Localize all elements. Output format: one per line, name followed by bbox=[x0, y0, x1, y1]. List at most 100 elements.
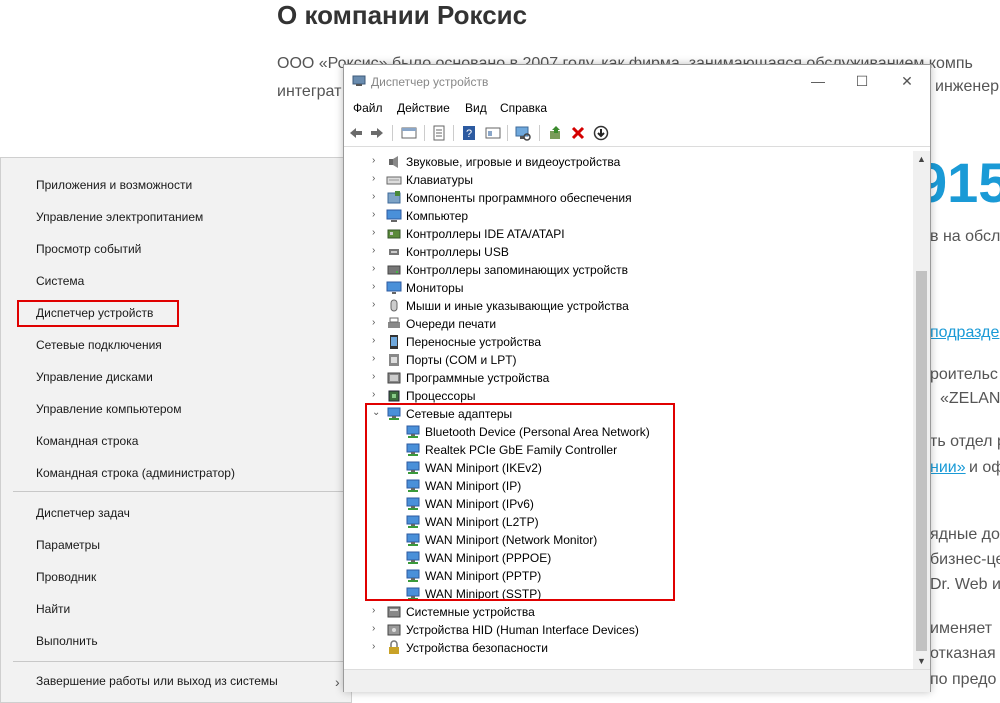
chevron-right-icon[interactable]: › bbox=[372, 264, 382, 274]
monitor-icon bbox=[386, 281, 402, 294]
tree-category[interactable]: › Системные устройства bbox=[344, 603, 904, 621]
forward-arrow-icon[interactable] bbox=[369, 125, 385, 141]
chevron-right-icon[interactable]: › bbox=[372, 642, 382, 652]
page-fragment: Dr. Web и bbox=[930, 576, 1000, 593]
page-fragment: по предо bbox=[930, 671, 997, 688]
menu-help[interactable]: Справка bbox=[500, 101, 547, 115]
tree-category[interactable]: › Порты (COM и LPT) bbox=[344, 351, 904, 369]
tree-category[interactable]: › Звуковые, игровые и видеоустройства bbox=[344, 153, 904, 171]
chevron-right-icon[interactable]: › bbox=[372, 282, 382, 292]
tree-category[interactable]: › Клавиатуры bbox=[344, 171, 904, 189]
menu-item-command-prompt[interactable]: Командная строка bbox=[36, 434, 138, 448]
back-arrow-icon[interactable] bbox=[348, 125, 364, 141]
tree-category[interactable]: › Устройства HID (Human Interface Devices… bbox=[344, 621, 904, 639]
chevron-right-icon[interactable]: › bbox=[372, 390, 382, 400]
tree-item-label: Контроллеры IDE ATA/ATAPI bbox=[406, 227, 565, 241]
menu-item-computer-management[interactable]: Управление компьютером bbox=[36, 402, 181, 416]
scroll-up-arrow[interactable]: ▲ bbox=[913, 151, 930, 167]
menu-item-network-connections[interactable]: Сетевые подключения bbox=[36, 338, 162, 352]
help-icon[interactable]: ? bbox=[461, 125, 477, 141]
tree-item-label: Устройства безопасности bbox=[406, 641, 548, 655]
tree-item-label: Программные устройства bbox=[406, 371, 550, 385]
software-icon bbox=[387, 191, 401, 204]
scroll-down-arrow[interactable]: ▼ bbox=[913, 653, 930, 669]
chevron-right-icon[interactable]: › bbox=[372, 246, 382, 256]
processor-icon bbox=[388, 390, 400, 402]
chevron-right-icon[interactable]: › bbox=[372, 354, 382, 364]
menu-action[interactable]: Действие bbox=[397, 101, 450, 115]
menu-item-system[interactable]: Система bbox=[36, 274, 84, 288]
minimize-button[interactable]: — bbox=[796, 69, 840, 93]
chevron-right-icon[interactable]: › bbox=[372, 372, 382, 382]
toolbar: ? bbox=[344, 120, 930, 147]
page-link[interactable]: подразде bbox=[930, 324, 999, 342]
tree-category[interactable]: › Компьютер bbox=[344, 207, 904, 225]
tree-category[interactable]: › Переносные устройства bbox=[344, 333, 904, 351]
chevron-right-icon[interactable]: › bbox=[372, 228, 382, 238]
view-icon[interactable] bbox=[485, 125, 501, 141]
tree-item-label: Звуковые, игровые и видеоустройства bbox=[406, 155, 621, 169]
menu-item-power-options[interactable]: Управление электропитанием bbox=[36, 210, 203, 224]
tree-category[interactable]: › Контроллеры запоминающих устройств bbox=[344, 261, 904, 279]
chevron-right-icon[interactable]: › bbox=[372, 624, 382, 634]
chevron-right-icon[interactable]: › bbox=[372, 606, 382, 616]
tree-item-label: Мониторы bbox=[406, 281, 464, 295]
tree-item-label: Устройства HID (Human Interface Devices) bbox=[406, 623, 639, 637]
chevron-right-icon[interactable]: › bbox=[372, 318, 382, 328]
menu-item-explorer[interactable]: Проводник bbox=[36, 570, 96, 584]
chevron-right-icon[interactable]: › bbox=[372, 336, 382, 346]
properties-icon[interactable] bbox=[431, 125, 447, 141]
menu-item-apps-features[interactable]: Приложения и возможности bbox=[36, 178, 192, 192]
menu-item-disk-management[interactable]: Управление дисками bbox=[36, 370, 153, 384]
menu-item-run[interactable]: Выполнить bbox=[36, 634, 98, 648]
chevron-right-icon[interactable]: › bbox=[372, 156, 382, 166]
tree-category[interactable]: › Мыши и иные указывающие устройства bbox=[344, 297, 904, 315]
menu-item-task-manager[interactable]: Диспетчер задач bbox=[36, 506, 130, 520]
chevron-right-icon[interactable]: › bbox=[372, 174, 382, 184]
chevron-right-icon[interactable]: › bbox=[372, 192, 382, 202]
highlight-network-adapters bbox=[365, 403, 675, 601]
svg-text:?: ? bbox=[466, 128, 472, 140]
printer-icon bbox=[388, 317, 400, 328]
tree-category[interactable]: › Контроллеры USB bbox=[344, 243, 904, 261]
paragraph-line-2-end: инженери bbox=[935, 78, 1000, 95]
menu-item-command-prompt-admin[interactable]: Командная строка (администратор) bbox=[36, 466, 235, 480]
menu-file[interactable]: Файл bbox=[353, 101, 383, 115]
tree-item-label: Контроллеры запоминающих устройств bbox=[406, 263, 628, 277]
menu-item-event-viewer[interactable]: Просмотр событий bbox=[36, 242, 141, 256]
storage-controller-icon bbox=[387, 265, 401, 275]
window-title: Диспетчер устройств bbox=[371, 75, 489, 89]
keyboard-icon bbox=[386, 176, 402, 185]
status-bar bbox=[344, 669, 930, 692]
menu-item-shutdown[interactable]: Завершение работы или выход из системы bbox=[36, 674, 278, 688]
tree-category[interactable]: › Очереди печати bbox=[344, 315, 904, 333]
tree-category[interactable]: › Мониторы bbox=[344, 279, 904, 297]
tree-category[interactable]: › Программные устройства bbox=[344, 369, 904, 387]
scroll-thumb[interactable] bbox=[916, 271, 927, 651]
tree-category[interactable]: › Компоненты программного обеспечения bbox=[344, 189, 904, 207]
toolbar-separator bbox=[539, 125, 540, 141]
menu-view[interactable]: Вид bbox=[465, 101, 487, 115]
disable-device-icon[interactable] bbox=[593, 125, 609, 141]
toolbar-separator bbox=[392, 125, 393, 141]
uninstall-icon[interactable] bbox=[570, 125, 586, 141]
maximize-button[interactable]: ☐ bbox=[840, 69, 884, 93]
update-driver-icon[interactable] bbox=[548, 125, 564, 141]
toolbar-separator bbox=[453, 125, 454, 141]
tree-category[interactable]: › Устройства безопасности bbox=[344, 639, 904, 657]
chevron-right-icon[interactable]: › bbox=[372, 300, 382, 310]
menu-item-search[interactable]: Найти bbox=[36, 602, 70, 616]
vertical-scrollbar[interactable]: ▲ ▼ bbox=[913, 151, 930, 669]
tree-category[interactable]: › Контроллеры IDE ATA/ATAPI bbox=[344, 225, 904, 243]
menu-item-settings[interactable]: Параметры bbox=[36, 538, 100, 552]
tree-item-label: Процессоры bbox=[406, 389, 476, 403]
device-manager-window: Диспетчер устройств — ☐ ✕ Файл Действие … bbox=[343, 64, 931, 692]
scan-hardware-icon[interactable] bbox=[515, 125, 531, 141]
usb-icon bbox=[389, 249, 399, 255]
page-fragment: отказная bbox=[930, 645, 996, 662]
page-link[interactable]: нии» bbox=[930, 459, 966, 477]
chevron-right-icon[interactable]: › bbox=[372, 210, 382, 220]
close-button[interactable]: ✕ bbox=[885, 69, 929, 93]
security-device-icon bbox=[389, 640, 399, 654]
device-tree-icon[interactable] bbox=[401, 125, 417, 141]
